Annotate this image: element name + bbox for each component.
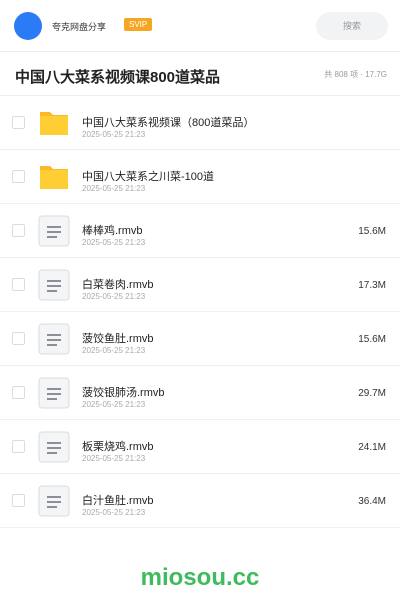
file-date: 2025-05-25 21:23 bbox=[82, 130, 146, 139]
file-name[interactable]: 菠饺银肺汤.rmvb bbox=[82, 384, 165, 400]
list-item[interactable]: 中国八大菜系之川菜-100道 2025-05-25 21:23 bbox=[0, 150, 400, 204]
file-date: 2025-05-25 21:23 bbox=[82, 238, 146, 247]
file-size: 15.6M bbox=[358, 334, 386, 345]
folder-meta: 共 808 项 · 17.7G bbox=[324, 70, 387, 79]
file-icon bbox=[38, 323, 70, 355]
file-date: 2025-05-25 21:23 bbox=[82, 508, 146, 517]
row-checkbox[interactable] bbox=[12, 494, 25, 507]
file-name[interactable]: 板栗烧鸡.rmvb bbox=[82, 438, 154, 454]
row-checkbox[interactable] bbox=[12, 440, 25, 453]
search-input[interactable]: 搜索 bbox=[316, 12, 388, 40]
file-list: 中国八大菜系视频课（800道菜品） 2025-05-25 21:23 中国八大菜系之… bbox=[0, 96, 400, 528]
file-size: 36.4M bbox=[358, 496, 386, 507]
row-checkbox[interactable] bbox=[12, 170, 25, 183]
file-name[interactable]: 菠饺鱼肚.rmvb bbox=[82, 330, 154, 346]
row-checkbox[interactable] bbox=[12, 278, 25, 291]
list-item[interactable]: 白菜卷肉.rmvb 2025-05-25 21:23 17.3M bbox=[0, 258, 400, 312]
row-checkbox[interactable] bbox=[12, 386, 25, 399]
folder-icon bbox=[38, 161, 70, 193]
file-size: 15.6M bbox=[358, 226, 386, 237]
file-size: 29.7M bbox=[358, 388, 386, 399]
file-date: 2025-05-25 21:23 bbox=[82, 400, 146, 409]
folder-icon bbox=[38, 107, 70, 139]
row-checkbox[interactable] bbox=[12, 332, 25, 345]
file-date: 2025-05-25 21:23 bbox=[82, 454, 146, 463]
list-item[interactable]: 中国八大菜系视频课（800道菜品） 2025-05-25 21:23 bbox=[0, 96, 400, 150]
svip-badge: SVIP bbox=[124, 18, 153, 31]
file-name[interactable]: 白菜卷肉.rmvb bbox=[82, 276, 154, 292]
row-checkbox[interactable] bbox=[12, 116, 25, 129]
file-date: 2025-05-25 21:23 bbox=[82, 184, 146, 193]
file-name[interactable]: 中国八大菜系视频课（800道菜品） bbox=[82, 114, 254, 130]
watermark: miosou.cc bbox=[140, 564, 260, 591]
username: 夸克网盘分享 bbox=[52, 22, 107, 32]
avatar[interactable] bbox=[14, 12, 42, 40]
list-item[interactable]: 菠饺鱼肚.rmvb 2025-05-25 21:23 15.6M bbox=[0, 312, 400, 366]
top-bar: 夸克网盘分享 SVIP 搜索 bbox=[0, 0, 400, 52]
list-item[interactable]: 菠饺银肺汤.rmvb 2025-05-25 21:23 29.7M bbox=[0, 366, 400, 420]
list-item[interactable]: 棒棒鸡.rmvb 2025-05-25 21:23 15.6M bbox=[0, 204, 400, 258]
file-icon bbox=[38, 269, 70, 301]
file-size: 17.3M bbox=[358, 280, 386, 291]
file-icon bbox=[38, 377, 70, 409]
file-icon bbox=[38, 215, 70, 247]
list-item[interactable]: 白汁鱼肚.rmvb 2025-05-25 21:23 36.4M bbox=[0, 474, 400, 528]
page-title: 中国八大菜系视频课800道菜品 bbox=[15, 69, 221, 86]
file-icon bbox=[38, 485, 70, 517]
file-name[interactable]: 棒棒鸡.rmvb bbox=[82, 222, 143, 238]
list-item[interactable]: 板栗烧鸡.rmvb 2025-05-25 21:23 24.1M bbox=[0, 420, 400, 474]
file-date: 2025-05-25 21:23 bbox=[82, 346, 146, 355]
folder-header: 中国八大菜系视频课800道菜品 共 808 项 · 17.7G bbox=[0, 52, 400, 96]
file-date: 2025-05-25 21:23 bbox=[82, 292, 146, 301]
file-icon bbox=[38, 431, 70, 463]
file-size: 24.1M bbox=[358, 442, 386, 453]
row-checkbox[interactable] bbox=[12, 224, 25, 237]
file-name[interactable]: 中国八大菜系之川菜-100道 bbox=[82, 168, 214, 184]
file-name[interactable]: 白汁鱼肚.rmvb bbox=[82, 492, 154, 508]
